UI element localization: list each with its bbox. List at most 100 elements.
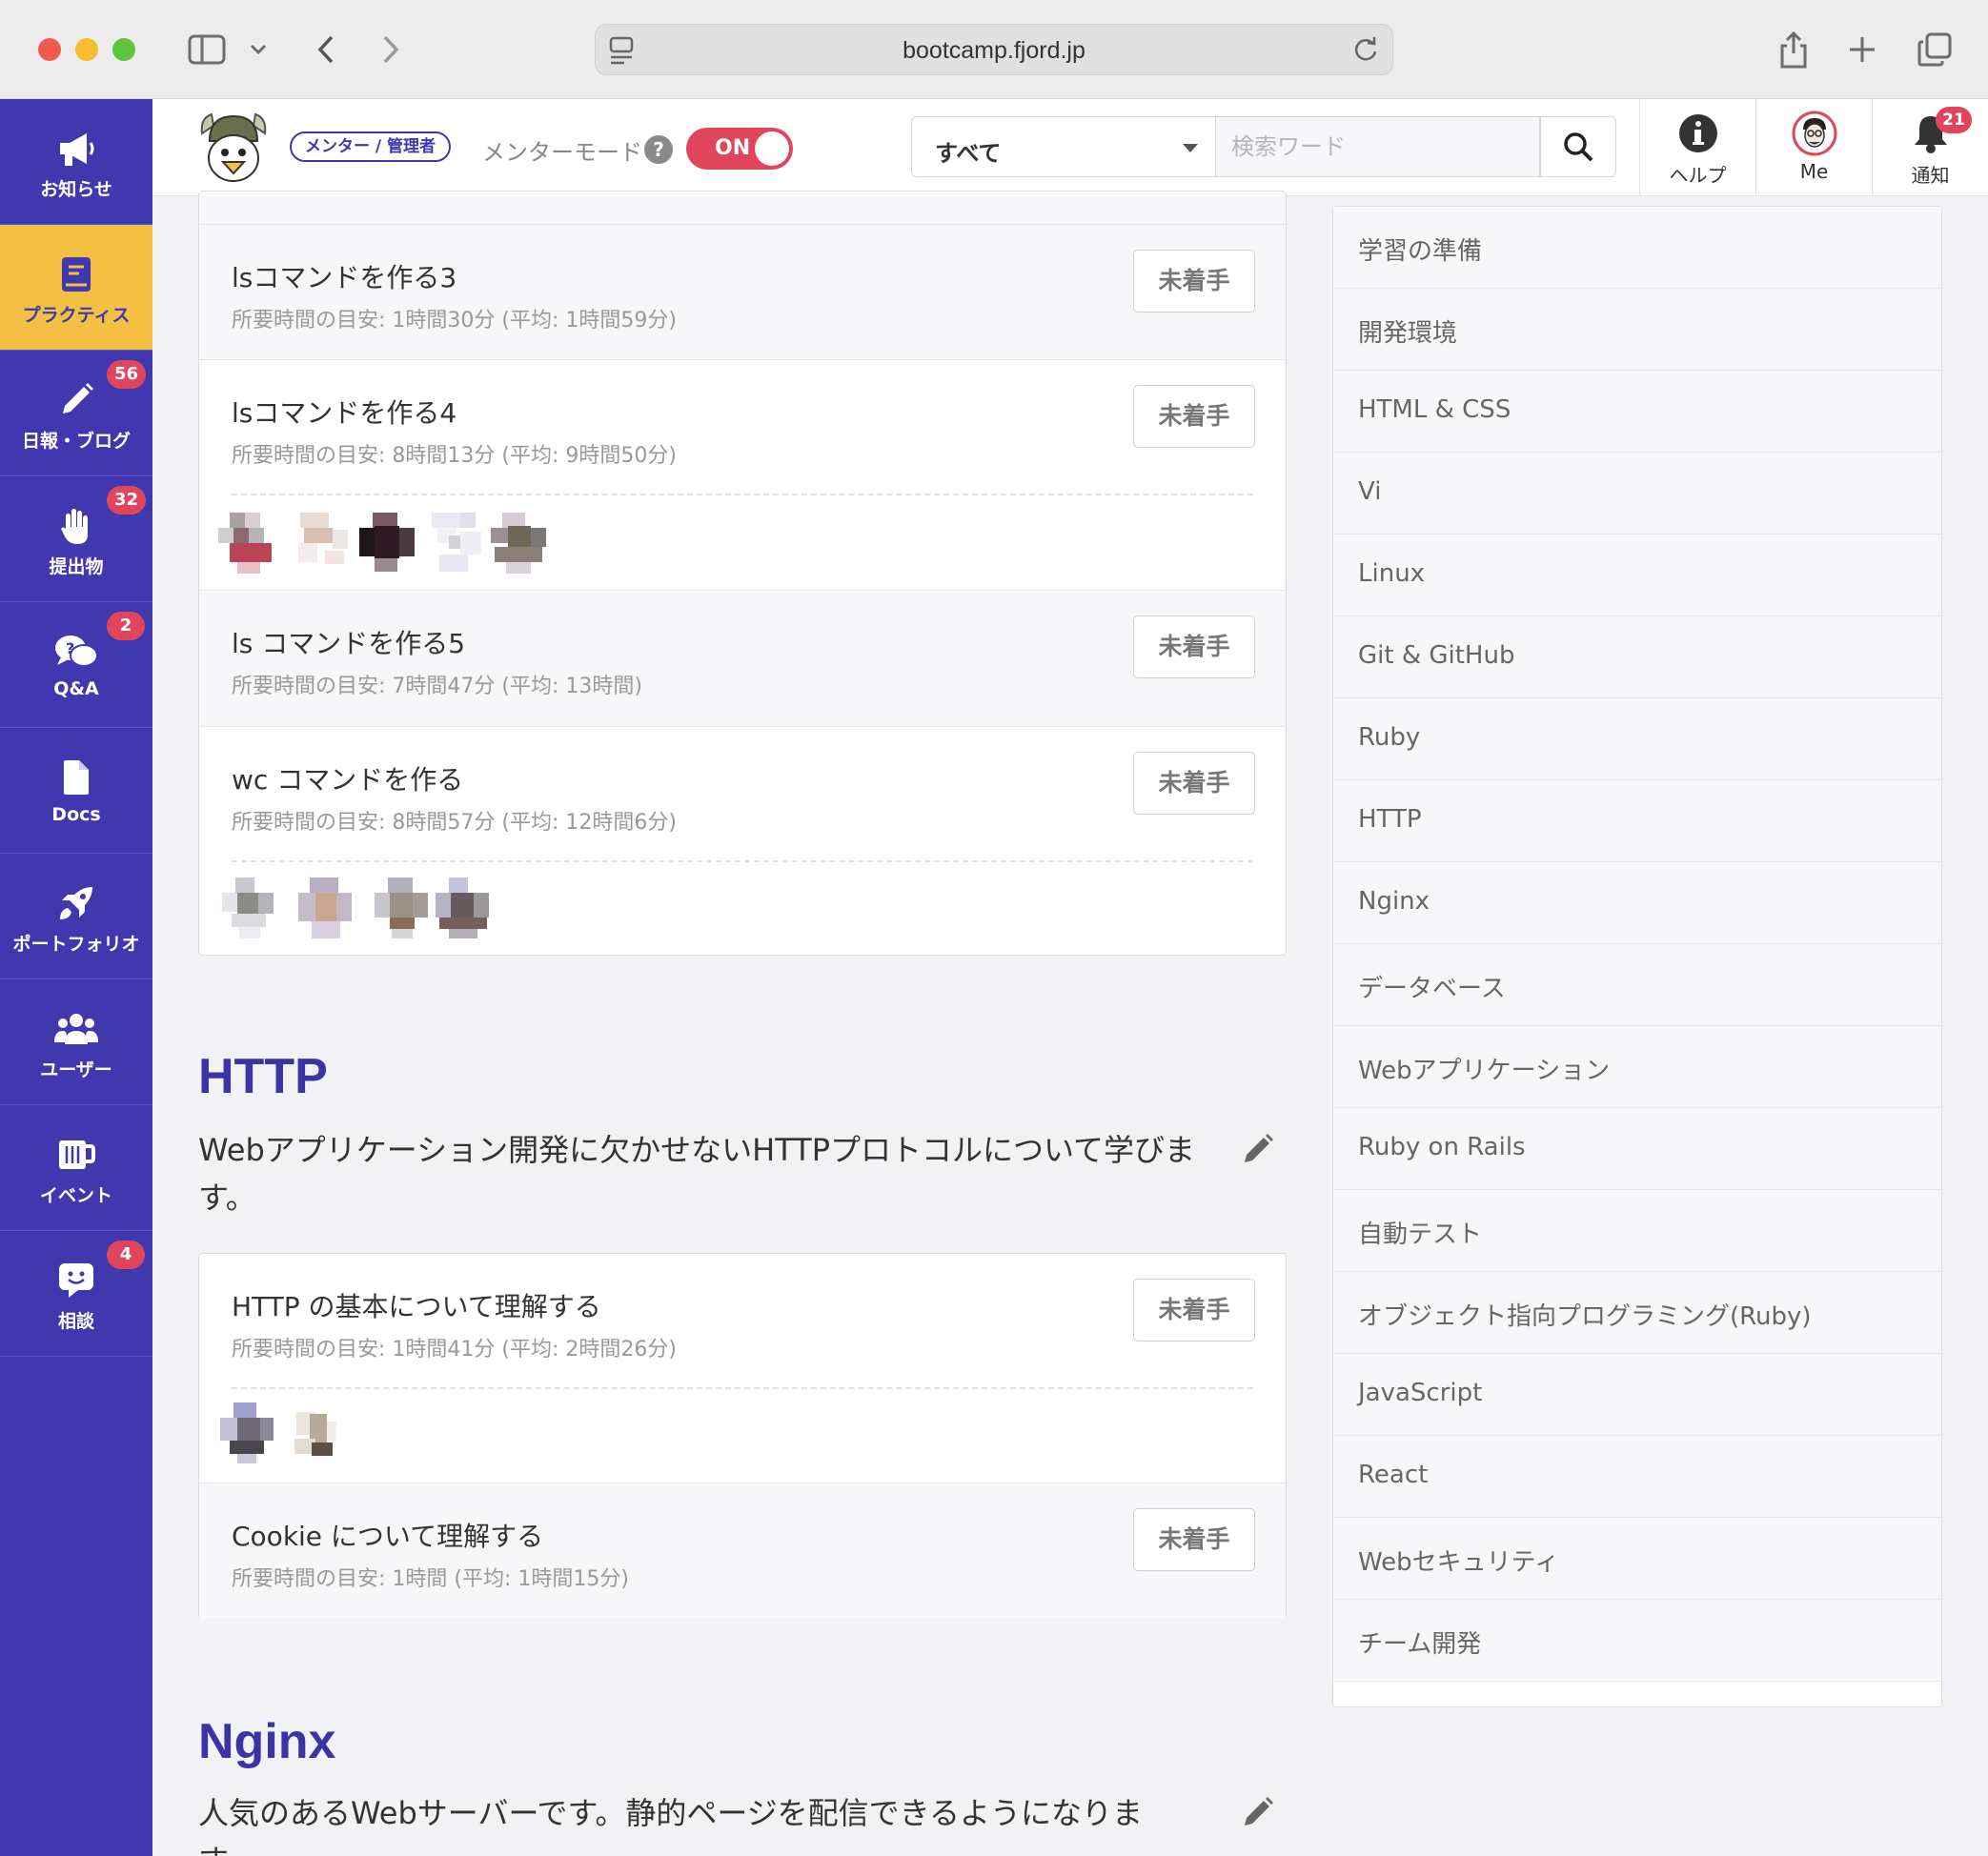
nav-item-events[interactable]: イベント (0, 1105, 152, 1231)
category-link[interactable]: Webアプリケーション (1333, 1026, 1941, 1108)
count-badge: 56 (107, 360, 147, 389)
reload-icon[interactable] (1352, 36, 1379, 67)
learner-avatar[interactable] (491, 513, 546, 574)
practice-time: 所要時間の目安: 8時間57分 (平均: 12時間6分) (232, 811, 677, 835)
practice-row[interactable]: ls コマンドを作る5 所要時間の目安: 7時間47分 (平均: 13時間) 未… (199, 591, 1286, 727)
learner-avatar[interactable] (359, 513, 415, 574)
notifications-label: 通知 (1911, 164, 1950, 187)
nav-label: ユーザー (40, 1059, 112, 1080)
category-link-label: データベース (1358, 975, 1506, 1003)
sidebar-toggle-icon[interactable] (183, 29, 231, 71)
category-link[interactable]: Ruby on Rails (1333, 1108, 1941, 1190)
category-link[interactable]: Vi (1333, 453, 1941, 535)
practice-status-button[interactable]: 未着手 (1133, 385, 1255, 448)
share-icon[interactable] (1775, 29, 1813, 71)
me-label: Me (1799, 160, 1829, 183)
category-link[interactable]: Webセキュリティ (1333, 1518, 1941, 1600)
practice-status-button[interactable]: 未着手 (1133, 250, 1255, 313)
edit-pencil-icon[interactable] (1241, 1132, 1275, 1166)
learner-avatar[interactable] (220, 1402, 275, 1463)
chevron-down-icon[interactable] (246, 29, 271, 71)
category-link[interactable]: 学習の準備 (1333, 207, 1941, 289)
practice-status-button[interactable]: 未着手 (1133, 752, 1255, 815)
practice-status-button[interactable]: 未着手 (1133, 1508, 1255, 1571)
dashed-divider (232, 1387, 1253, 1389)
practice-row[interactable]: lsコマンドを作る4 所要時間の目安: 8時間13分 (平均: 9時間50分) … (199, 360, 1286, 591)
learner-avatar[interactable] (294, 513, 350, 574)
practice-row[interactable]: wc コマンドを作る 所要時間の目安: 8時間57分 (平均: 12時間6分) … (199, 727, 1286, 956)
search-scope-select[interactable]: すべて (911, 116, 1216, 177)
category-title[interactable]: Nginx (198, 1713, 335, 1770)
nav-label: プラクティス (22, 305, 131, 326)
viking-logo-icon[interactable] (198, 109, 269, 185)
back-arrow-icon[interactable] (307, 29, 345, 71)
mentor-mode-label: メンターモード (482, 139, 642, 166)
category-link[interactable]: データベース (1333, 944, 1941, 1026)
category-link[interactable]: JavaScript (1333, 1354, 1941, 1436)
tab-overview-icon[interactable] (1914, 29, 1956, 71)
minimize-window-button[interactable] (75, 38, 98, 61)
category-link[interactable]: React (1333, 1436, 1941, 1518)
close-window-button[interactable] (38, 38, 61, 61)
help-link[interactable]: ヘルプ (1639, 99, 1755, 196)
book-icon (0, 253, 152, 295)
nav-label: 相談 (57, 1311, 94, 1332)
practice-status-button[interactable]: 未着手 (1133, 615, 1255, 678)
rocket-icon (0, 882, 152, 924)
nav-item-reports-blog[interactable]: 日報・ブログ 56 (0, 351, 152, 476)
learner-avatar[interactable] (436, 878, 491, 938)
notifications-link[interactable]: 21 通知 (1872, 99, 1988, 196)
nav-item-submissions[interactable]: 提出物 32 (0, 476, 152, 602)
nav-item-announcements[interactable]: お知らせ (0, 99, 152, 225)
category-link[interactable]: HTTP (1333, 780, 1941, 862)
practice-title[interactable]: lsコマンドを作る4 (232, 393, 456, 431)
nav-item-practices[interactable]: プラクティス (0, 225, 152, 351)
practice-title[interactable]: HTTP の基本について理解する (232, 1286, 601, 1324)
category-link[interactable]: チーム開発 (1333, 1600, 1941, 1682)
practice-time: 所要時間の目安: 1時間 (平均: 1時間15分) (232, 1567, 629, 1591)
learner-avatar[interactable] (222, 878, 277, 938)
practice-title[interactable]: lsコマンドを作る3 (232, 257, 456, 295)
category-link[interactable]: HTML & CSS (1333, 371, 1941, 453)
category-link[interactable]: 自動テスト (1333, 1190, 1941, 1272)
learner-avatar[interactable] (218, 513, 274, 574)
category-link-label: Vi (1358, 477, 1382, 506)
practice-title[interactable]: Cookie について理解する (232, 1516, 543, 1554)
zoom-window-button[interactable] (112, 38, 135, 61)
notification-count-badge: 21 (1936, 107, 1972, 133)
practice-title[interactable]: wc コマンドを作る (232, 759, 463, 797)
mentor-mode-toggle[interactable]: ON (686, 128, 793, 170)
practice-list-card: lsコマンドを作る3 所要時間の目安: 1時間30分 (平均: 1時間59分) … (198, 191, 1287, 956)
practice-row[interactable]: lsコマンドを作る3 所要時間の目安: 1時間30分 (平均: 1時間59分) … (199, 225, 1286, 360)
nav-item-portfolio[interactable]: ポートフォリオ (0, 854, 152, 979)
nav-item-qa[interactable]: ? Q&A 2 (0, 602, 152, 728)
category-link[interactable]: Ruby (1333, 698, 1941, 780)
help-question-icon[interactable]: ? (644, 135, 673, 164)
practice-row[interactable]: Cookie について理解する 所要時間の目安: 1時間 (平均: 1時間15分… (199, 1483, 1286, 1619)
nav-item-docs[interactable]: Docs (0, 728, 152, 854)
category-link[interactable]: Git & GitHub (1333, 616, 1941, 698)
new-tab-plus-icon[interactable] (1843, 29, 1881, 71)
category-link[interactable]: 開発環境 (1333, 289, 1941, 371)
category-link[interactable]: Linux (1333, 535, 1941, 616)
nav-item-consultation[interactable]: 相談 4 (0, 1231, 152, 1357)
address-bar[interactable]: bootcamp.fjord.jp (595, 24, 1393, 75)
learner-avatar[interactable] (291, 1402, 346, 1463)
learner-avatar[interactable] (375, 878, 430, 938)
nav-label: イベント (39, 1185, 112, 1206)
practice-title[interactable]: ls コマンドを作る5 (232, 623, 465, 661)
category-title[interactable]: HTTP (198, 1048, 328, 1105)
learner-avatar[interactable] (298, 878, 354, 938)
forward-arrow-icon[interactable] (372, 29, 410, 71)
practice-status-button[interactable]: 未着手 (1133, 1279, 1255, 1342)
category-link[interactable]: オブジェクト指向プログラミング(Ruby) (1333, 1272, 1941, 1354)
edit-pencil-icon[interactable] (1241, 1795, 1275, 1829)
category-description: 人気のあるWebサーバーです。静的ページを配信できるようになります。 (198, 1795, 1144, 1856)
category-link[interactable]: Nginx (1333, 862, 1941, 944)
search-button[interactable] (1540, 116, 1616, 177)
learner-avatar[interactable] (432, 513, 487, 574)
practice-row[interactable]: HTTP の基本について理解する 所要時間の目安: 1時間41分 (平均: 2時… (199, 1254, 1286, 1483)
me-link[interactable]: Me (1755, 99, 1872, 196)
search-input[interactable] (1216, 116, 1540, 177)
nav-item-users[interactable]: ユーザー (0, 979, 152, 1105)
